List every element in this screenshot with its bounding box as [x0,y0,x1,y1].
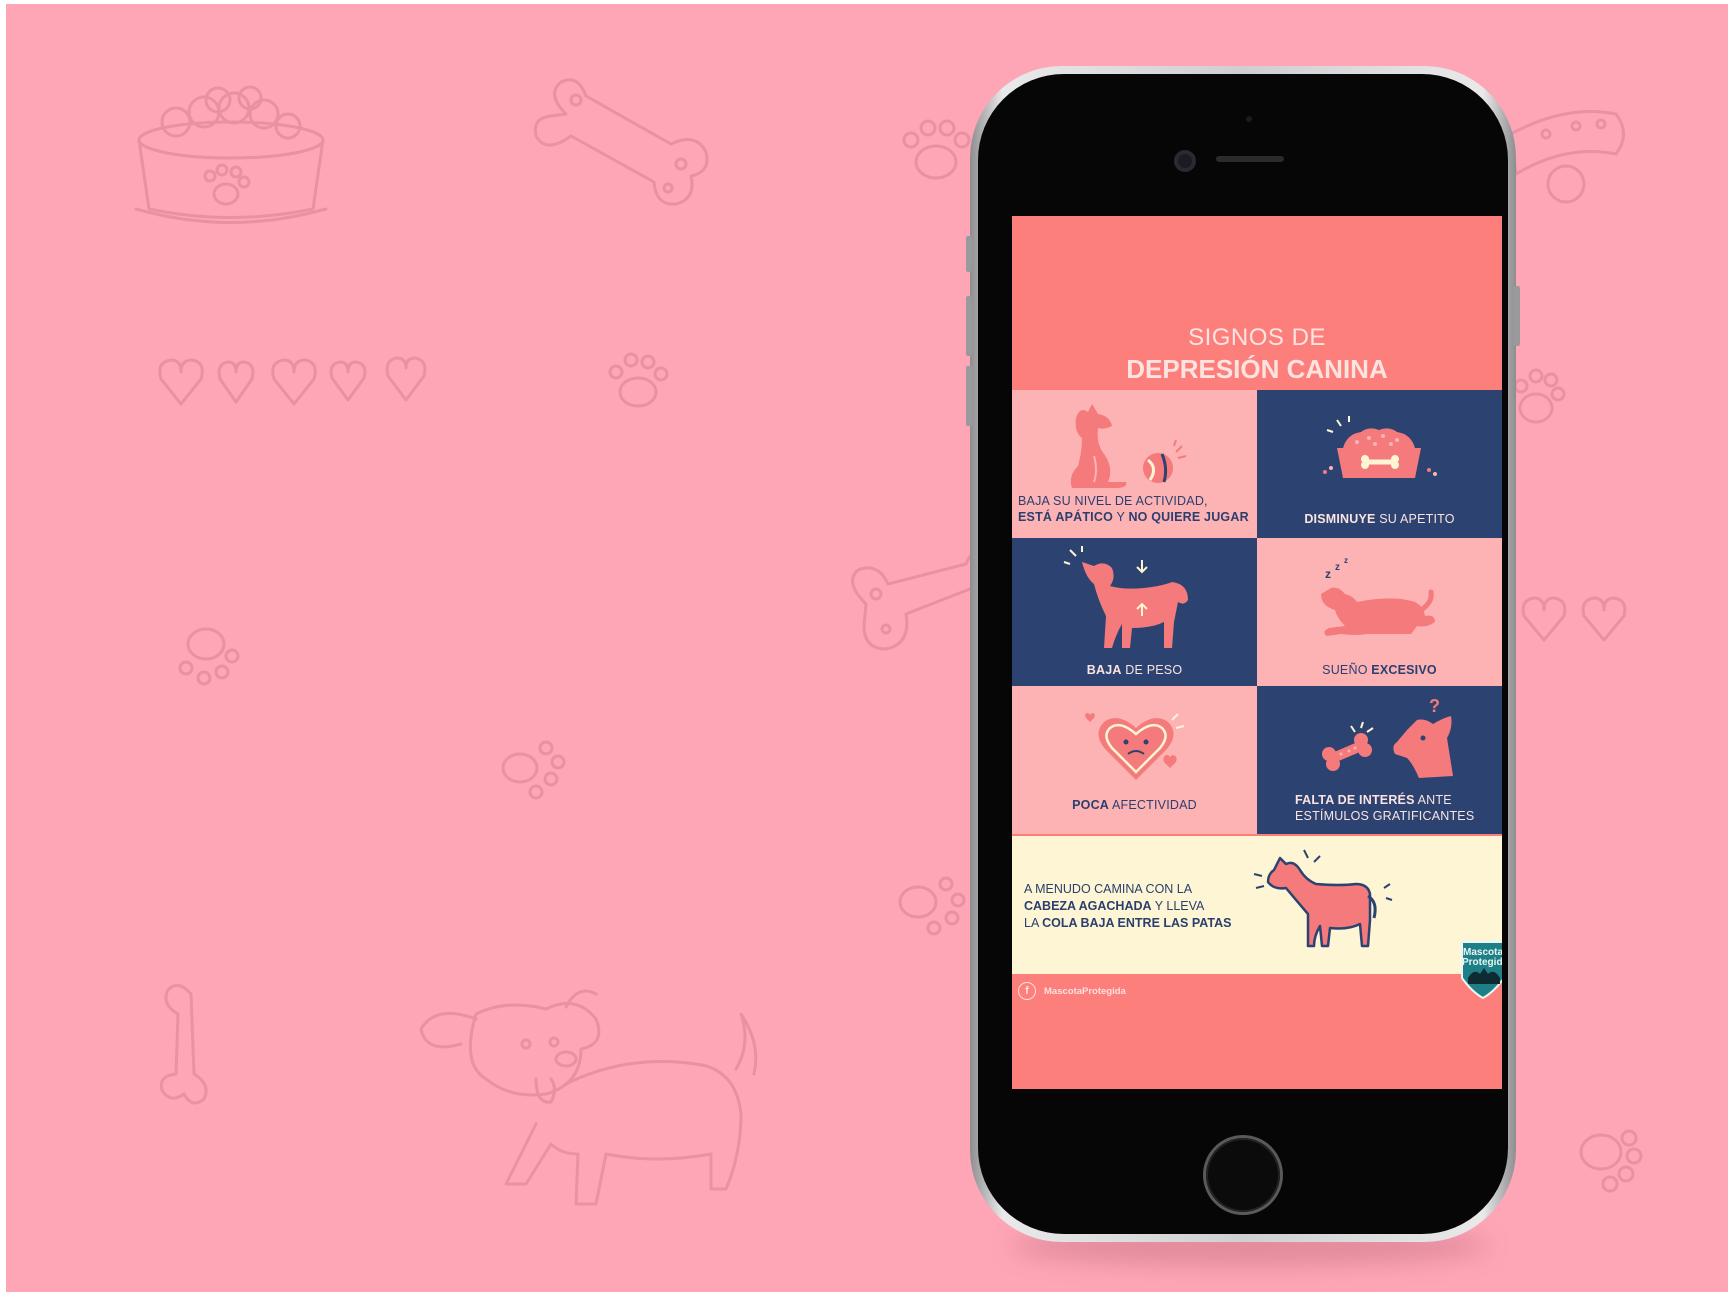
home-button[interactable] [1206,1138,1280,1212]
facebook-handle-text: MascotaProtegida [1044,985,1126,997]
sleeping-dog-icon: z z z [1321,556,1435,636]
sign-card-weight: BAJA DE PESO [1012,538,1257,686]
sign-text-activity-line1: BAJA SU NIVEL DE ACTIVIDAD, [1018,494,1208,508]
logo-text: Mascota Protegida [1462,947,1502,968]
mute-switch [966,236,972,272]
sign-text-sleep: SUEÑO EXCESIVO [1322,663,1437,677]
paw-doodle [501,740,566,800]
infographic-title: SIGNOS DE DEPRESIÓN CANINA [1012,324,1502,385]
bone-doodle-top [533,78,709,206]
svg-text:z: z [1325,567,1331,581]
sign-text-weight: BAJA DE PESO [1086,663,1183,677]
sign-text-appetite: DISMINUYE SU APETITO [1304,512,1455,526]
food-bowl-doodle [134,85,328,224]
sign-card-affection: POCA AFECTIVIDAD [1012,686,1257,834]
facebook-handle[interactable]: f MascotaProtegida [1018,980,1126,1002]
sign-text-affection: POCA AFECTIVIDAD [1072,798,1197,812]
power-button [1514,286,1520,346]
facebook-icon: f [1018,982,1036,1000]
smartphone-mockup: SIGNOS DE DEPRESIÓN CANINA BAJA SU NIVEL… [966,66,1520,1266]
paw-doodle [1513,368,1566,424]
hearts-doodle-right [1521,596,1627,642]
volume-down-button [966,366,972,426]
paw-doodle [898,876,966,936]
svg-text:z: z [1344,556,1348,565]
sign-banner-posture: A MENUDO CAMINA CON LA CABEZA AGACHADA Y… [1012,836,1502,974]
sign-text-posture: A MENUDO CAMINA CON LA CABEZA AGACHADA Y… [1024,882,1232,930]
bone-and-dog-icon: ? [1322,696,1453,778]
thin-dog-icon [1063,546,1188,648]
svg-text:z: z [1335,562,1340,573]
svg-text:?: ? [1429,696,1440,716]
food-bowl-icon [1323,416,1437,478]
dog-with-ball-icon [1070,404,1187,488]
title-line-2: DEPRESIÓN CANINA [1126,354,1388,384]
title-line-1: SIGNOS DE [1188,324,1326,351]
head-down-dog-icon [1253,849,1393,948]
sign-card-interest: ? FALTA DE INTERÉS ANTE ESTÍMULOS GRATIF… [1257,686,1502,834]
front-camera-icon [1174,150,1196,172]
sign-text-activity: BAJA SU NIVEL DE ACTIVIDAD, ESTÁ APÁTICO… [1018,493,1254,525]
sign-card-appetite: DISMINUYE SU APETITO [1257,390,1502,538]
sign-text-activity-line2: ESTÁ APÁTICO Y NO QUIERE JUGAR [1018,510,1249,524]
phone-screen-infographic: SIGNOS DE DEPRESIÓN CANINA BAJA SU NIVEL… [1012,216,1502,1089]
earpiece-speaker [1216,156,1284,162]
paw-doodle [178,627,240,686]
background-canvas: SIGNOS DE DEPRESIÓN CANINA BAJA SU NIVEL… [6,4,1728,1292]
volume-up-button [966,296,972,356]
proximity-sensor [1246,116,1252,122]
sign-card-activity: BAJA SU NIVEL DE ACTIVIDAD, ESTÁ APÁTICO… [1012,390,1257,538]
sign-text-interest: FALTA DE INTERÉS ANTE ESTÍMULOS GRATIFIC… [1295,793,1475,823]
phone-front-glass: SIGNOS DE DEPRESIÓN CANINA BAJA SU NIVEL… [978,74,1508,1234]
paw-doodle [902,119,971,180]
paw-doodle [1579,1129,1643,1193]
sign-card-sleep: z z z SUEÑO EXCESIVO [1257,538,1502,686]
hearts-doodle [158,356,427,406]
happy-dog-doodle [419,989,758,1206]
sad-heart-icon [1085,713,1185,780]
paw-doodle [608,352,669,408]
bone-doodle-vertical [159,983,208,1105]
collar-doodle [1509,110,1625,204]
